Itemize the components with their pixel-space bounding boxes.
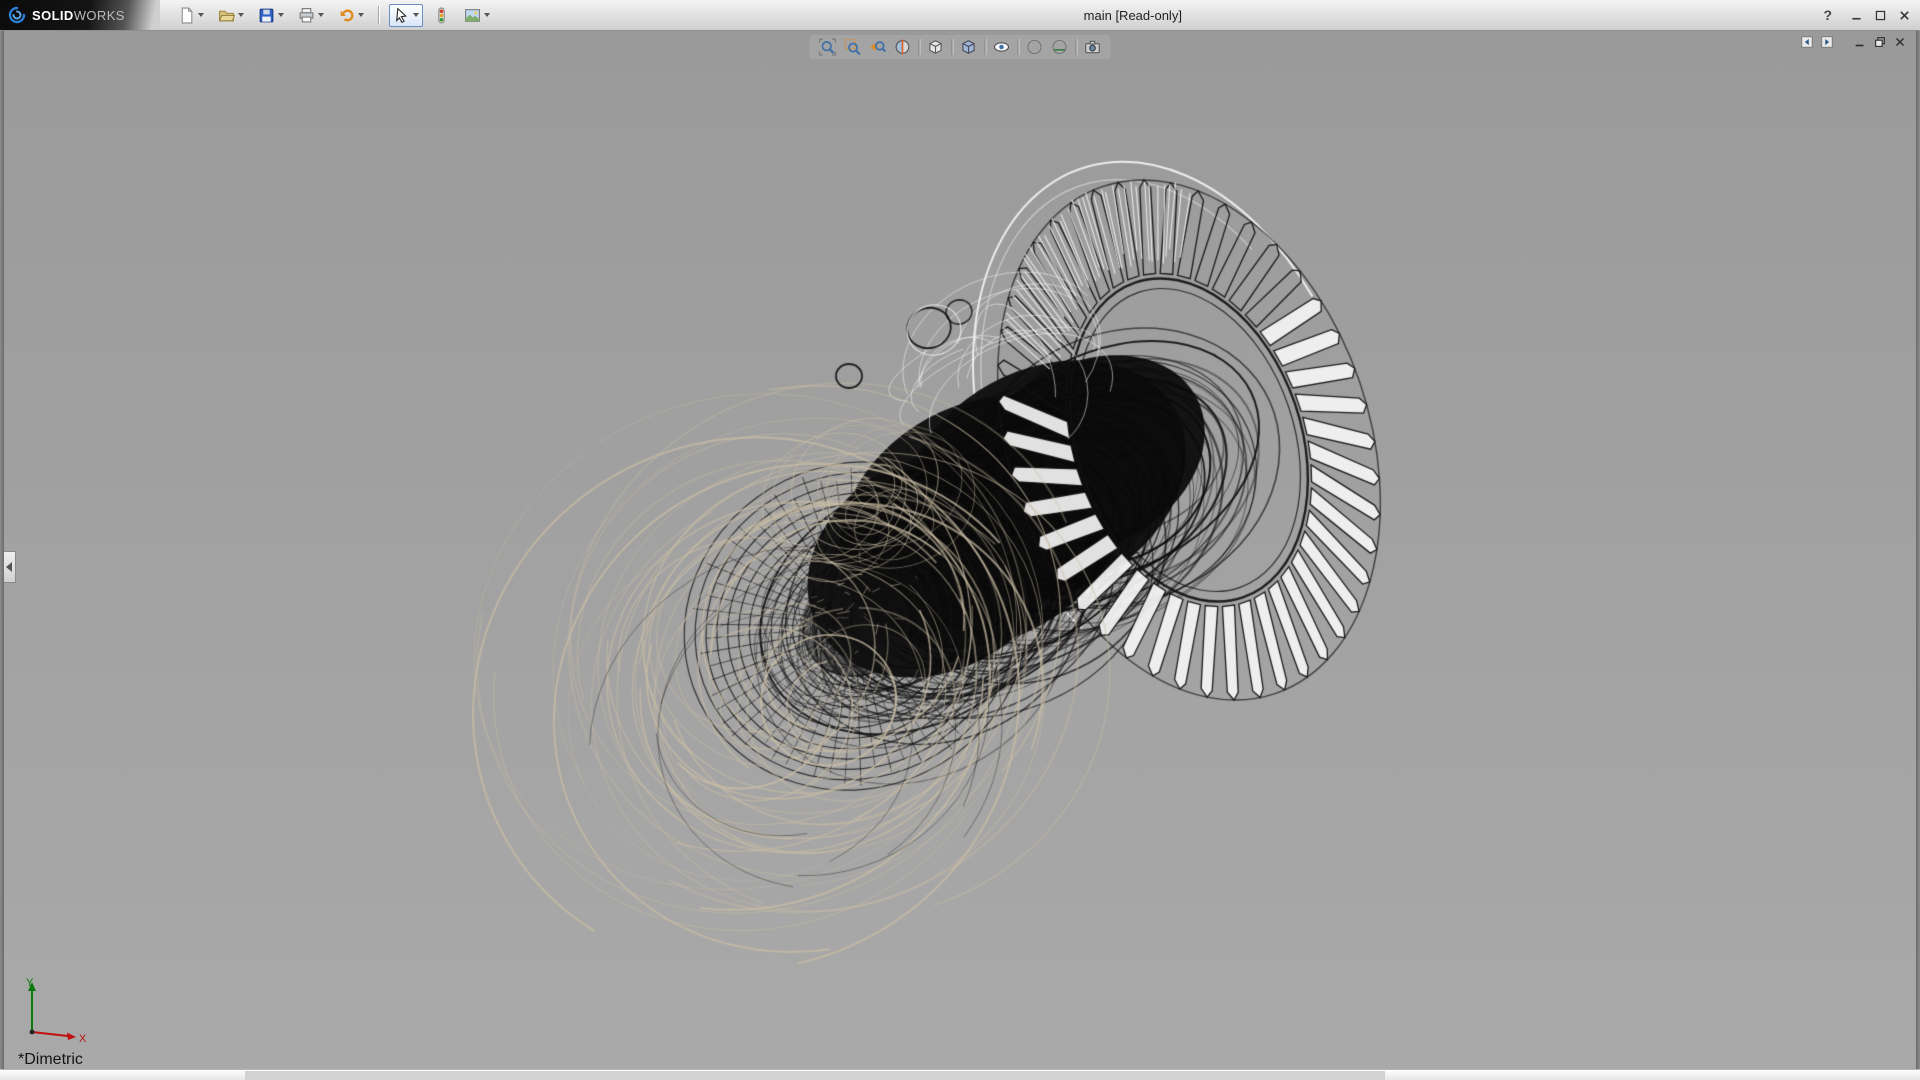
pane-prev-icon <box>1800 35 1814 49</box>
headsup-group <box>1025 37 1070 57</box>
brand-text: SOLIDWORKS <box>32 8 125 23</box>
undo-button[interactable] <box>334 4 368 27</box>
dropdown-arrow-icon[interactable] <box>413 13 419 17</box>
previous-view-button[interactable] <box>868 37 888 57</box>
hide-show-button[interactable] <box>992 37 1012 57</box>
display-style-icon <box>960 38 978 56</box>
document-window-controls <box>1798 34 1908 50</box>
open-button[interactable] <box>214 4 248 27</box>
new-icon <box>178 7 195 24</box>
collapse-left-icon <box>6 562 13 572</box>
restore-doc-button[interactable] <box>1871 34 1888 50</box>
open-icon <box>218 7 235 24</box>
headsup-separator <box>919 39 920 55</box>
zoom-fit-button[interactable] <box>818 37 838 57</box>
brand-bold: SOLID <box>32 8 74 23</box>
headsup-group <box>959 37 979 57</box>
title-bar: SOLIDWORKS main [Read-only] ? <box>0 0 1920 31</box>
window-frame-right <box>1916 30 1920 1070</box>
image-button[interactable] <box>460 4 494 27</box>
save-icon <box>258 7 275 24</box>
edit-appearance-icon <box>1026 38 1044 56</box>
headsup-group <box>926 37 946 57</box>
status-bar-segment <box>245 1071 1385 1080</box>
maximize-icon <box>1874 9 1887 22</box>
view-orientation-icon <box>927 38 945 56</box>
feature-pane-toggle[interactable] <box>4 551 16 583</box>
toolbar-separator <box>378 6 379 24</box>
print-icon <box>298 7 315 24</box>
dropdown-arrow-icon[interactable] <box>318 13 324 17</box>
restore-doc-icon <box>1873 35 1887 49</box>
standard-toolbar <box>174 4 494 27</box>
headsup-separator <box>952 39 953 55</box>
save-button[interactable] <box>254 4 288 27</box>
view-settings-icon <box>1084 38 1102 56</box>
close-icon <box>1898 9 1911 22</box>
headsup-separator <box>1018 39 1019 55</box>
hide-show-icon <box>993 38 1011 56</box>
window-controls: ? <box>1819 0 1914 30</box>
close-doc-button[interactable] <box>1891 34 1908 50</box>
apply-scene-icon <box>1051 38 1069 56</box>
help-button[interactable]: ? <box>1819 7 1842 23</box>
status-bar <box>0 1069 1920 1080</box>
select-button[interactable] <box>389 4 423 27</box>
view-orientation-label: *Dimetric <box>18 1051 83 1069</box>
model-canvas-turbofan[interactable] <box>4 30 1916 1070</box>
minimize-doc-icon <box>1853 35 1867 49</box>
previous-view-icon <box>869 38 887 56</box>
apply-scene-button[interactable] <box>1050 37 1070 57</box>
undo-icon <box>338 7 355 24</box>
headsup-separator <box>985 39 986 55</box>
dropdown-arrow-icon[interactable] <box>278 13 284 17</box>
triad-y-label: Y <box>26 977 34 989</box>
minimize-button[interactable] <box>1846 6 1866 24</box>
zoom-area-icon <box>844 38 862 56</box>
print-button[interactable] <box>294 4 328 27</box>
select-icon <box>393 7 410 24</box>
zoom-area-button[interactable] <box>843 37 863 57</box>
dropdown-arrow-icon[interactable] <box>358 13 364 17</box>
dropdown-arrow-icon[interactable] <box>238 13 244 17</box>
app-logo: SOLIDWORKS <box>0 0 160 30</box>
image-icon <box>464 7 481 24</box>
dropdown-arrow-icon[interactable] <box>484 13 490 17</box>
close-button[interactable] <box>1894 6 1914 24</box>
orientation-triad: Y X <box>16 974 96 1046</box>
pane-next-icon <box>1820 35 1834 49</box>
headsup-group <box>992 37 1012 57</box>
view-settings-button[interactable] <box>1083 37 1103 57</box>
maximize-button[interactable] <box>1870 6 1890 24</box>
headsup-group <box>1083 37 1103 57</box>
graphics-viewport[interactable]: Y X *Dimetric <box>4 30 1916 1070</box>
new-button[interactable] <box>174 4 208 27</box>
minimize-doc-button[interactable] <box>1851 34 1868 50</box>
headsup-separator <box>1076 39 1077 55</box>
headsup-group <box>818 37 913 57</box>
headsup-view-toolbar <box>810 35 1111 59</box>
brand-light: WORKS <box>74 8 125 23</box>
edit-appearance-button[interactable] <box>1025 37 1045 57</box>
view-orientation-button[interactable] <box>926 37 946 57</box>
section-view-button[interactable] <box>893 37 913 57</box>
minimize-icon <box>1850 9 1863 22</box>
triad-x-arrow-icon <box>67 1033 76 1041</box>
close-doc-icon <box>1893 35 1907 49</box>
pane-next-button[interactable] <box>1818 34 1835 50</box>
dropdown-arrow-icon[interactable] <box>198 13 204 17</box>
selection-filter-icon <box>433 7 450 24</box>
pane-prev-button[interactable] <box>1798 34 1815 50</box>
document-title: main [Read-only] <box>1084 8 1182 23</box>
window-frame-left <box>0 30 4 1070</box>
dassault-logo-icon <box>8 6 26 24</box>
triad-x-label: X <box>79 1033 87 1045</box>
section-view-icon <box>894 38 912 56</box>
display-style-button[interactable] <box>959 37 979 57</box>
selection-filter-button[interactable] <box>429 4 454 27</box>
zoom-fit-icon <box>819 38 837 56</box>
